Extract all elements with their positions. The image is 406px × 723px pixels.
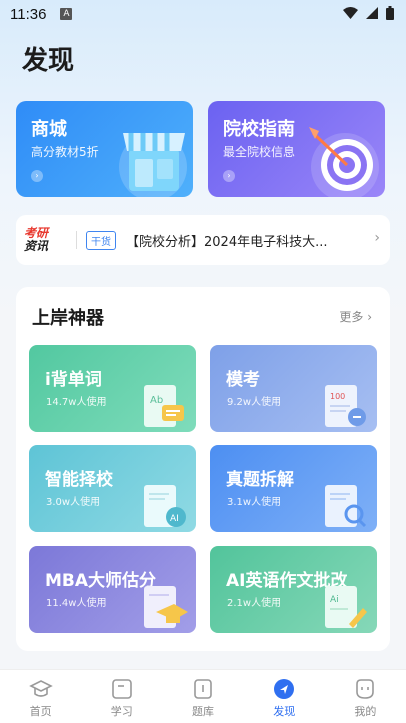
tools-title: 上岸神器 <box>32 308 104 329</box>
magnifier-document-icon <box>325 485 367 528</box>
mall-card-title: 商城 <box>31 119 67 140</box>
svg-text:AI: AI <box>170 514 179 524</box>
tool-usage: 14.7w人使用 <box>46 397 107 408</box>
status-icons <box>343 6 394 20</box>
wifi-icon <box>343 7 358 19</box>
svg-text:100: 100 <box>330 392 345 401</box>
discover-icon <box>274 679 295 699</box>
tool-card-vocabulary[interactable]: i背单词 14.7w人使用 Ab <box>29 345 196 432</box>
question-bank-icon <box>194 679 212 699</box>
store-icon <box>119 133 187 197</box>
tool-card-mock-exam[interactable]: 模考 9.2w人使用 100 <box>210 345 377 432</box>
tab-label: 学习 <box>110 705 133 718</box>
ai-document-icon: AI <box>144 485 186 527</box>
mall-card[interactable]: 商城 高分教材5折 › <box>16 101 193 197</box>
tool-card-past-papers[interactable]: 真题拆解 3.1w人使用 <box>210 445 377 532</box>
status-time: 11:36 <box>10 5 47 23</box>
battery-icon <box>386 6 394 20</box>
news-bar[interactable]: 考研 资讯 干货 【院校分析】2024年电子科技大... › <box>16 215 390 265</box>
tool-usage: 11.4w人使用 <box>46 598 107 609</box>
news-logo: 考研 资讯 <box>24 227 60 253</box>
graduation-cap-icon <box>144 586 188 628</box>
divider <box>76 231 77 249</box>
exam-paper-icon: 100 <box>325 385 366 427</box>
profile-icon <box>356 679 375 699</box>
tab-study[interactable]: 学习 <box>81 670 162 723</box>
tab-home[interactable]: 首页 <box>0 670 81 723</box>
tab-profile[interactable]: 我的 <box>325 670 406 723</box>
school-guide-title: 院校指南 <box>223 119 295 140</box>
tool-card-school-select[interactable]: 智能择校 3.0w人使用 AI <box>29 445 196 532</box>
tool-title: i背单词 <box>45 370 102 390</box>
tab-question-bank[interactable]: 题库 <box>162 670 243 723</box>
tool-title: 模考 <box>226 370 260 390</box>
chevron-right-icon: › <box>223 170 235 182</box>
tab-label: 我的 <box>354 705 377 718</box>
ai-pen-icon: Ai <box>325 586 367 628</box>
chevron-right-icon: › <box>374 230 380 246</box>
tool-usage: 9.2w人使用 <box>227 397 282 408</box>
tool-card-ai-essay[interactable]: AI英语作文批改 2.1w人使用 Ai <box>210 546 377 633</box>
page-title: 发现 <box>22 46 75 76</box>
tab-label: 首页 <box>29 705 52 718</box>
svg-text:Ai: Ai <box>330 595 339 605</box>
notification-icon: A <box>60 8 73 20</box>
target-icon <box>309 127 379 197</box>
graduation-cap-icon <box>28 680 53 697</box>
more-link[interactable]: 更多 › <box>339 308 372 325</box>
mall-card-subtitle: 高分教材5折 <box>31 145 99 159</box>
news-tag: 干货 <box>86 230 116 250</box>
vocabulary-book-icon: Ab <box>144 385 184 427</box>
status-bar: 11:36 A <box>0 0 406 28</box>
tab-discover[interactable]: 发现 <box>244 670 325 723</box>
signal-icon <box>366 7 378 19</box>
school-guide-subtitle: 最全院校信息 <box>223 145 296 159</box>
news-logo-bottom: 资讯 <box>24 239 49 253</box>
school-guide-card[interactable]: 院校指南 最全院校信息 › <box>208 101 385 197</box>
tab-label: 发现 <box>273 705 296 718</box>
bottom-tab-bar: 首页 学习 题库 发现 我的 <box>0 669 406 723</box>
tool-card-mba-score[interactable]: MBA大师估分 11.4w人使用 <box>29 546 196 633</box>
tool-title: 智能择校 <box>45 470 113 490</box>
tools-panel: 上岸神器 更多 › i背单词 14.7w人使用 Ab 模考 9.2w人使用 10… <box>16 287 390 651</box>
study-icon <box>111 679 132 699</box>
tool-usage: 3.0w人使用 <box>46 497 101 508</box>
chevron-right-icon: › <box>31 170 43 182</box>
tool-usage: 3.1w人使用 <box>227 497 282 508</box>
tool-title: 真题拆解 <box>226 470 294 490</box>
news-headline[interactable]: 【院校分析】2024年电子科技大... <box>126 231 360 250</box>
tab-label: 题库 <box>192 705 214 718</box>
svg-text:Ab: Ab <box>150 395 163 406</box>
tool-usage: 2.1w人使用 <box>227 598 282 609</box>
